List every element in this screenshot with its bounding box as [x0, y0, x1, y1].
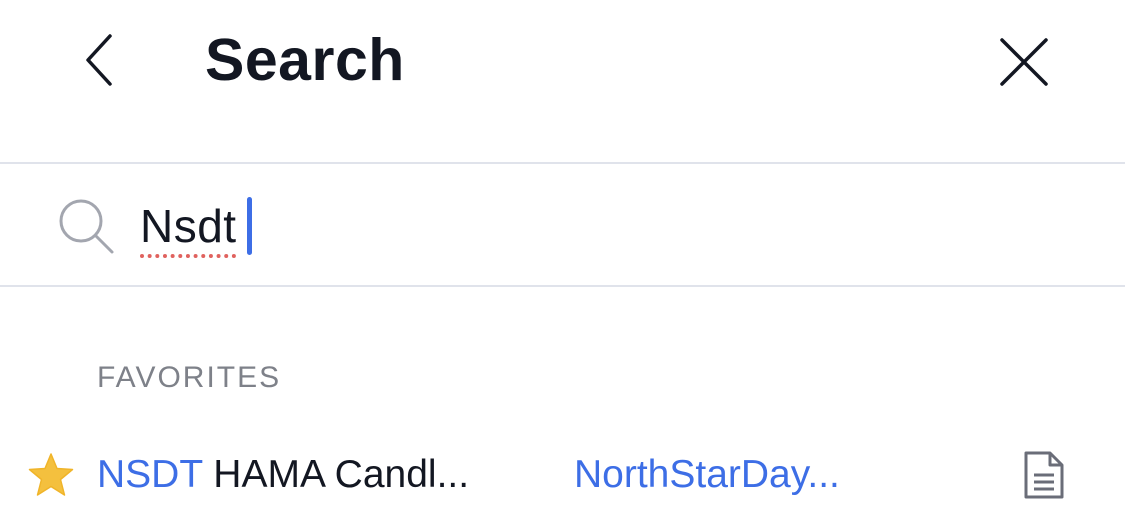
divider	[0, 285, 1125, 287]
back-button[interactable]	[72, 28, 128, 92]
close-icon	[1000, 38, 1048, 86]
search-input[interactable]: Nsdt	[140, 194, 252, 258]
search-input-value[interactable]: Nsdt	[140, 194, 237, 258]
list-item[interactable]: NSDT HAMA Candl... NorthStarDay...	[0, 430, 1125, 520]
section-header-favorites: FAVORITES	[97, 361, 282, 394]
star-icon[interactable]	[28, 452, 74, 498]
text-caret	[246, 197, 252, 255]
script-name: HAMA Candl...	[202, 453, 470, 496]
page-title: Search	[205, 27, 405, 93]
script-ticker: NSDT	[97, 453, 203, 496]
search-bar[interactable]: Nsdt	[0, 164, 1125, 285]
script-title[interactable]: NSDT HAMA Candl...	[97, 450, 469, 500]
header: Search	[0, 0, 1125, 162]
search-screen: Search Nsdt FAVORITES NSDT HAMA Candl...…	[0, 0, 1125, 532]
search-icon	[59, 199, 114, 254]
close-button[interactable]	[990, 30, 1058, 94]
chevron-left-icon	[86, 34, 112, 86]
document-icon[interactable]	[1022, 450, 1066, 500]
script-author-link[interactable]: NorthStarDay...	[574, 450, 840, 500]
